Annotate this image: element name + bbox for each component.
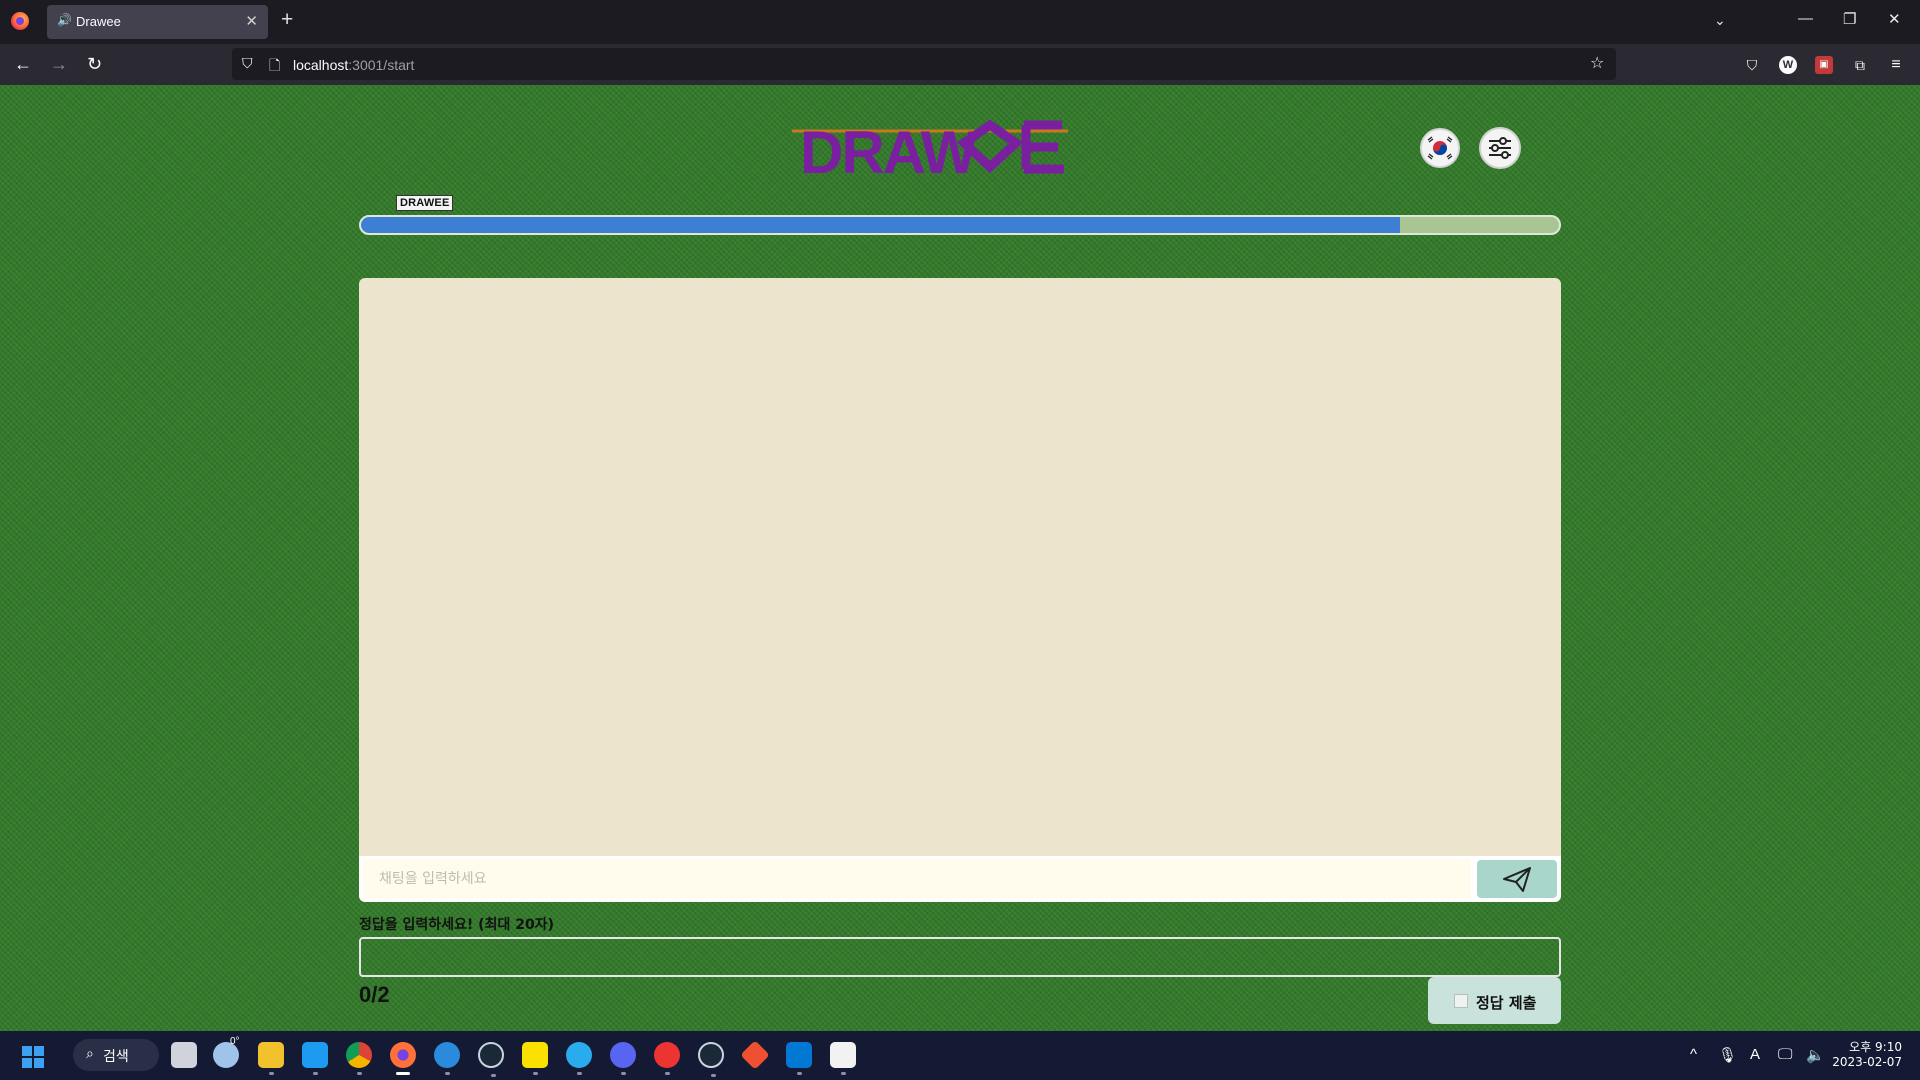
- extension-red-icon[interactable]: ▣: [1815, 56, 1833, 74]
- chat-input-row: [359, 856, 1561, 902]
- new-tab-button[interactable]: +: [281, 8, 293, 32]
- url-bar[interactable]: ⛉ 🗋 localhost:3001/start ☆: [232, 48, 1616, 80]
- back-arrow-icon[interactable]: ←: [14, 54, 32, 75]
- timer-progress-fill: [361, 217, 1400, 233]
- clock-date: 2023-02-07: [1832, 1055, 1902, 1069]
- restore-icon[interactable]: ❐: [1843, 10, 1856, 28]
- weather-temp: 0°: [230, 1036, 240, 1047]
- drawing-canvas[interactable]: [359, 278, 1561, 856]
- answer-input[interactable]: [359, 937, 1561, 977]
- taskbar-search[interactable]: ⌕ 검색: [73, 1039, 159, 1071]
- steam-alt-icon[interactable]: [698, 1042, 724, 1077]
- url-path: :3001/start: [348, 57, 415, 73]
- microphone-icon[interactable]: 🎙: [1718, 1046, 1737, 1064]
- telegram-icon[interactable]: [566, 1042, 592, 1075]
- search-label: 검색: [103, 1049, 129, 1065]
- snipping-tool-icon[interactable]: [830, 1042, 856, 1075]
- extensions-puzzle-icon[interactable]: ⧉: [1851, 56, 1869, 74]
- menu-hamburger-icon[interactable]: ≡: [1887, 56, 1905, 74]
- tray-chevron-up-icon[interactable]: ^: [1690, 1046, 1697, 1063]
- url-text[interactable]: localhost:3001/start: [293, 57, 414, 73]
- progress-badge: DRAWEE: [396, 195, 454, 211]
- settings-sliders-icon: [1489, 137, 1511, 159]
- network-icon[interactable]: 🖵: [1778, 1046, 1792, 1063]
- file-explorer-icon[interactable]: [258, 1042, 284, 1075]
- youtube-music-icon[interactable]: [654, 1042, 680, 1075]
- windows-start-icon[interactable]: [22, 1046, 44, 1068]
- chat-input[interactable]: [363, 859, 1471, 899]
- drawee-logo: DRAW: [792, 119, 1068, 186]
- discord-icon[interactable]: [610, 1042, 636, 1075]
- extension-w-icon[interactable]: W: [1779, 56, 1797, 74]
- firefox-taskbar-icon[interactable]: [390, 1042, 416, 1075]
- send-paper-plane-icon: [1503, 867, 1531, 892]
- game-page: DRAW DRAWEE 채팅을 입력하세요 정답을 입력하세요! (최대 20자…: [0, 85, 1920, 1031]
- reload-icon[interactable]: ↻: [87, 54, 102, 75]
- bookmark-star-icon[interactable]: ☆: [1590, 53, 1604, 73]
- clock[interactable]: 오후 9:10 2023-02-07: [1832, 1040, 1902, 1070]
- steam-icon[interactable]: [478, 1042, 504, 1077]
- vscode-icon[interactable]: [786, 1042, 812, 1075]
- chrome-icon[interactable]: [346, 1042, 372, 1075]
- answer-label: 정답을 입력하세요! (최대 20자): [359, 917, 554, 933]
- speaker-icon[interactable]: 🔊: [57, 13, 72, 27]
- timer-progress-bar: [359, 215, 1561, 235]
- korea-flag-icon: [1427, 136, 1453, 160]
- browser-tab-drawee[interactable]: 🔊 Drawee ✕: [47, 5, 268, 39]
- firefox-icon[interactable]: [11, 12, 29, 30]
- pocket-icon[interactable]: ⛉: [1743, 56, 1761, 74]
- browser-tab-bar: 🔊 Drawee ✕ + ⌄ — ❐ ✕: [0, 0, 1920, 44]
- submit-checkbox-icon: [1454, 994, 1468, 1008]
- settings-button[interactable]: [1479, 127, 1521, 169]
- search-icon: ⌕: [86, 1046, 94, 1062]
- clock-time: 오후 9:10: [1849, 1040, 1902, 1054]
- twitter-icon[interactable]: [302, 1042, 328, 1075]
- git-icon[interactable]: [740, 1040, 770, 1070]
- tab-list-chevron-icon[interactable]: ⌄: [1714, 12, 1726, 29]
- url-host: localhost: [293, 57, 349, 73]
- submit-answer-label: 정답 제출: [1476, 994, 1537, 1012]
- submit-answer-button[interactable]: 정답 제출: [1428, 977, 1561, 1024]
- volume-icon[interactable]: 🔈: [1806, 1046, 1825, 1064]
- shield-icon[interactable]: ⛉: [242, 55, 253, 72]
- kakaotalk-icon[interactable]: [522, 1042, 548, 1075]
- browser-nav-bar: ← → ↻ ⛉ 🗋 localhost:3001/start ☆ ⛉ W ▣ ⧉…: [0, 44, 1920, 85]
- answer-count: 0/2: [359, 982, 390, 1007]
- send-button[interactable]: [1477, 860, 1557, 898]
- language-korea-button[interactable]: [1420, 128, 1460, 168]
- edge-dev-icon[interactable]: [434, 1042, 460, 1075]
- window-close-icon[interactable]: ✕: [1888, 10, 1901, 28]
- page-info-icon[interactable]: 🗋: [269, 55, 280, 79]
- tab-title: Drawee: [76, 14, 121, 29]
- weather-icon[interactable]: 0°: [213, 1036, 240, 1068]
- ime-indicator[interactable]: A: [1750, 1046, 1760, 1063]
- close-tab-icon[interactable]: ✕: [245, 12, 258, 30]
- windows-taskbar: ⌕ 검색 0° ^ 🎙 A 🖵 🔈 오후 9:10 2023-02-07: [0, 1031, 1920, 1080]
- task-view-icon[interactable]: [171, 1042, 197, 1068]
- minimize-icon[interactable]: —: [1798, 10, 1813, 27]
- forward-arrow-icon[interactable]: →: [50, 54, 68, 75]
- svg-text:DRAW: DRAW: [800, 119, 978, 186]
